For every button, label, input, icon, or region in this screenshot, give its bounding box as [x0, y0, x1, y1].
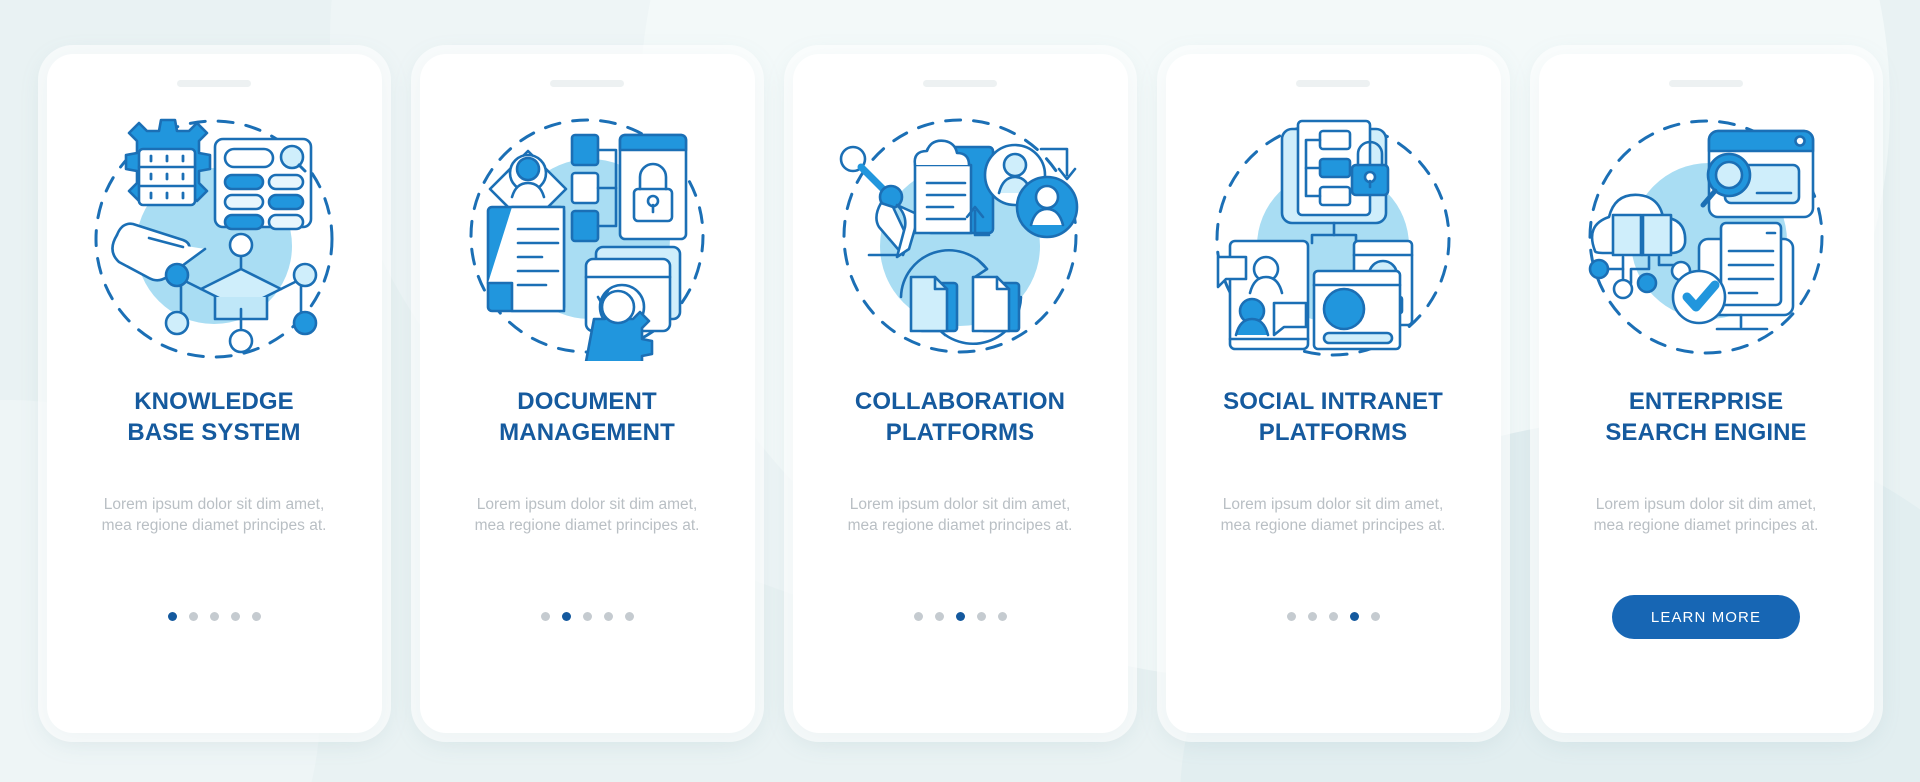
pagination-dot-active[interactable]	[167, 612, 177, 621]
pagination-dot[interactable]	[209, 612, 219, 621]
card-title: DOCUMENT MANAGEMENT	[447, 387, 727, 448]
card-title: COLLABORATION PLATFORMS	[820, 387, 1100, 448]
card-title-line-2: MANAGEMENT	[499, 418, 675, 446]
onboarding-card[interactable]: COLLABORATION PLATFORMS Lorem ipsum dolor …	[792, 54, 1128, 733]
card-description: Lorem ipsum dolor sit dim amet, mea regi…	[101, 496, 327, 535]
pagination-dots	[167, 612, 261, 621]
pagination-dot[interactable]	[976, 612, 986, 621]
card-title: KNOWLEDGE BASE SYSTEM	[74, 387, 354, 448]
pagination-dots	[540, 612, 634, 621]
card-title-line-2: BASE SYSTEM	[127, 418, 301, 446]
card-title-line-1: SOCIAL INTRANET	[1223, 388, 1443, 415]
pagination-dot[interactable]	[540, 612, 550, 621]
social-intranet-illustration	[1208, 111, 1458, 361]
phone-notch	[1296, 80, 1370, 87]
card-description: Lorem ipsum dolor sit dim amet, mea regi…	[1593, 496, 1819, 535]
card-description: Lorem ipsum dolor sit dim amet, mea regi…	[847, 496, 1073, 535]
card-title: SOCIAL INTRANET PLATFORMS	[1193, 387, 1473, 448]
card-title-line-2: PLATFORMS	[1258, 418, 1408, 446]
card-title-line-1: COLLABORATION	[854, 388, 1066, 415]
onboarding-card[interactable]: ENTERPRISE SEARCH ENGINE Lorem ipsum dolor…	[1538, 54, 1874, 733]
pagination-dot[interactable]	[1286, 612, 1296, 621]
card-title-line-2: PLATFORMS	[885, 418, 1035, 446]
card-title-line-1: DOCUMENT	[517, 388, 657, 415]
onboarding-card[interactable]: KNOWLEDGE BASE SYSTEM Lorem ipsum dolor si…	[46, 54, 382, 733]
pagination-dot-active[interactable]	[561, 612, 571, 621]
pagination-dot[interactable]	[624, 612, 634, 621]
card-title-line-2: SEARCH ENGINE	[1605, 418, 1807, 446]
card-title-line-1: ENTERPRISE	[1628, 388, 1784, 415]
card-description: Lorem ipsum dolor sit dim amet, mea regi…	[1220, 496, 1446, 535]
pagination-dot[interactable]	[1307, 612, 1317, 621]
card-title: ENTERPRISE SEARCH ENGINE	[1566, 387, 1846, 448]
pagination-dot-active[interactable]	[1349, 612, 1359, 621]
pagination-dot[interactable]	[997, 612, 1007, 621]
pagination-dot[interactable]	[603, 612, 613, 621]
onboarding-card[interactable]: SOCIAL INTRANET PLATFORMS Lorem ipsum dolo…	[1165, 54, 1501, 733]
knowledge-base-illustration	[89, 111, 339, 361]
document-management-illustration	[462, 111, 712, 361]
phone-notch	[1669, 80, 1743, 87]
pagination-dots	[1286, 612, 1380, 621]
enterprise-search-illustration	[1581, 111, 1831, 361]
pagination-dot[interactable]	[230, 612, 240, 621]
pagination-dot[interactable]	[1370, 612, 1380, 621]
card-title-line-1: KNOWLEDGE	[134, 388, 294, 415]
pagination-dot[interactable]	[1328, 612, 1338, 621]
phone-notch	[550, 80, 624, 87]
onboarding-card[interactable]: DOCUMENT MANAGEMENT Lorem ipsum dolor sit …	[419, 54, 755, 733]
collaboration-platforms-illustration	[835, 111, 1085, 361]
pagination-dots	[913, 612, 1007, 621]
card-description: Lorem ipsum dolor sit dim amet, mea regi…	[474, 496, 700, 535]
pagination-dot[interactable]	[188, 612, 198, 621]
onboarding-card-rail: KNOWLEDGE BASE SYSTEM Lorem ipsum dolor si…	[0, 0, 1920, 733]
pagination-dot[interactable]	[934, 612, 944, 621]
learn-more-button[interactable]: LEARN MORE	[1612, 595, 1800, 639]
phone-notch	[923, 80, 997, 87]
phone-notch	[177, 80, 251, 87]
pagination-dot[interactable]	[251, 612, 261, 621]
pagination-dot-active[interactable]	[955, 612, 965, 621]
pagination-dot[interactable]	[582, 612, 592, 621]
pagination-dot[interactable]	[913, 612, 923, 621]
